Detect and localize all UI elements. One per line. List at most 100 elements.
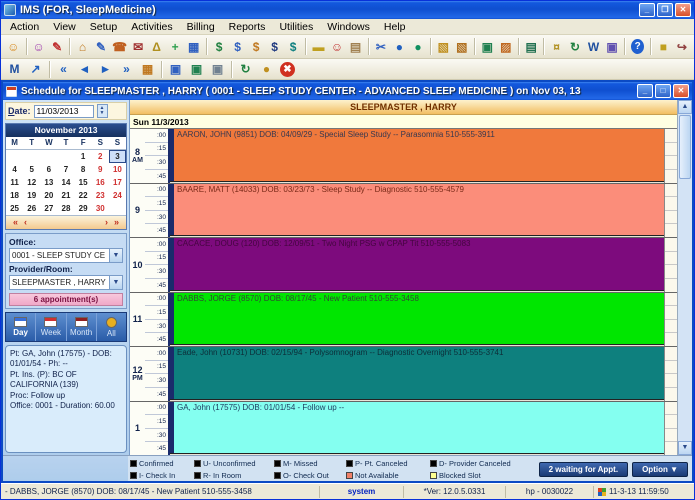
calendar-day[interactable]: 1 xyxy=(75,150,92,163)
menu-setup[interactable]: Setup xyxy=(83,21,124,33)
schedule-scrollbar[interactable]: ▲ ▼ xyxy=(677,100,692,455)
calendar-day[interactable]: 2 xyxy=(92,150,109,163)
calendar-day[interactable]: 20 xyxy=(40,189,57,202)
logout-icon[interactable]: ↪ xyxy=(674,37,691,56)
remote-session-icon[interactable]: ▣ xyxy=(604,37,621,56)
calendar-day[interactable]: 21 xyxy=(57,189,74,202)
reports-icon[interactable]: ▤ xyxy=(523,37,540,56)
calendar-day[interactable]: 27 xyxy=(40,202,57,215)
calendar-day[interactable]: 15 xyxy=(75,176,92,189)
billing-icon[interactable]: $ xyxy=(211,37,228,56)
next-record-icon[interactable]: ► xyxy=(96,60,115,79)
patient-icon[interactable]: ☺ xyxy=(5,37,22,56)
web-portal-icon[interactable]: ● xyxy=(391,37,408,56)
last-record-icon[interactable]: » xyxy=(117,60,136,79)
restore-button[interactable]: ❐ xyxy=(657,3,673,17)
menu-view[interactable]: View xyxy=(46,21,83,33)
calendar-next-year-button[interactable]: » xyxy=(111,216,122,229)
calendar-day[interactable]: 13 xyxy=(40,176,57,189)
appointment-block[interactable]: GA, John (17575) DOB: 01/01/54 - Follow … xyxy=(170,402,664,455)
menu-reports[interactable]: Reports xyxy=(222,21,273,33)
claims-icon[interactable]: $ xyxy=(229,37,246,56)
option-button[interactable]: Option ▼ xyxy=(632,462,688,477)
workstation-icon[interactable]: ▣ xyxy=(166,60,185,79)
schedule-maximize-button[interactable]: □ xyxy=(655,84,671,98)
calendar-day[interactable]: 28 xyxy=(57,202,74,215)
appointment-slot[interactable]: BAARE, MATT (14033) DOB: 03/23/73 - Slee… xyxy=(170,184,664,238)
scroll-down-button[interactable]: ▼ xyxy=(678,441,692,455)
immunization-icon[interactable]: + xyxy=(167,37,184,56)
appointment-block[interactable]: BAARE, MATT (14033) DOB: 03/23/73 - Slee… xyxy=(170,184,664,237)
appointment-block[interactable]: CACACE, DOUG (120) DOB: 12/09/51 - Two N… xyxy=(170,238,664,291)
appointment-slot[interactable]: AARON, JOHN (9851) DOB: 04/09/29 - Speci… xyxy=(170,129,664,183)
calendar-day[interactable]: 8 xyxy=(75,163,92,176)
appointment-count-button[interactable]: 6 appointment(s) xyxy=(9,293,123,306)
appointment-slot[interactable]: Eade, John (10731) DOB: 02/15/94 - Polys… xyxy=(170,347,664,401)
calendar-day[interactable]: 10 xyxy=(109,163,126,176)
appointment-slot[interactable]: CACACE, DOUG (120) DOB: 12/09/51 - Two N… xyxy=(170,238,664,292)
office-select[interactable]: 0001 - SLEEP STUDY CE ▼ xyxy=(9,248,123,263)
tab-day[interactable]: Day xyxy=(6,313,36,341)
minimize-button[interactable]: _ xyxy=(639,3,655,17)
lab-icon[interactable]: Δ xyxy=(148,37,165,56)
prev-record-icon[interactable]: ◄ xyxy=(75,60,94,79)
calendar-day[interactable]: 23 xyxy=(92,189,109,202)
scroll-track[interactable] xyxy=(678,180,692,441)
calendar-day[interactable]: 4 xyxy=(6,163,23,176)
scroll-up-button[interactable]: ▲ xyxy=(678,100,692,114)
authorization-icon[interactable]: ▤ xyxy=(347,37,364,56)
office-dropdown-icon[interactable]: ▼ xyxy=(109,249,122,262)
case-history-icon[interactable]: ⌂ xyxy=(74,37,91,56)
menu-action[interactable]: Action xyxy=(3,21,46,33)
folder-icon[interactable]: ▧ xyxy=(435,37,452,56)
calendar-day[interactable]: 7 xyxy=(57,163,74,176)
calendar-day[interactable]: 14 xyxy=(57,176,74,189)
exchange-icon[interactable]: ↻ xyxy=(567,37,584,56)
refresh-icon[interactable]: ↻ xyxy=(236,60,255,79)
calendar-day[interactable]: 11 xyxy=(6,176,23,189)
calendar-prev-year-button[interactable]: « xyxy=(10,216,21,229)
ledger-icon[interactable]: $ xyxy=(266,37,283,56)
calendar-day[interactable]: 9 xyxy=(92,163,109,176)
date-spinner[interactable]: ▲▼ xyxy=(97,104,108,118)
tab-month[interactable]: Month xyxy=(67,313,97,341)
world-clock-icon[interactable]: ● xyxy=(257,60,276,79)
calendar-day[interactable]: 18 xyxy=(6,189,23,202)
tab-all[interactable]: All xyxy=(97,313,126,341)
menu-activities[interactable]: Activities xyxy=(124,21,179,33)
open-folder-icon[interactable]: ▨ xyxy=(498,37,515,56)
calendar-day[interactable]: 26 xyxy=(23,202,40,215)
schedule-close-button[interactable]: ✕ xyxy=(673,84,689,98)
appointment-slot[interactable]: DABBS, JORGE (8570) DOB: 08/17/45 - New … xyxy=(170,293,664,347)
calendar-day[interactable]: 30 xyxy=(92,202,109,215)
lock-icon[interactable]: ■ xyxy=(655,37,672,56)
progress-notes-icon[interactable]: ✎ xyxy=(93,37,110,56)
security-icon[interactable]: ¤ xyxy=(548,37,565,56)
calendar-day[interactable]: 12 xyxy=(23,176,40,189)
calendar-day[interactable]: 22 xyxy=(75,189,92,202)
menu-billing[interactable]: Billing xyxy=(180,21,222,33)
stop-icon[interactable]: ✖ xyxy=(280,62,295,77)
calendar-day[interactable]: 6 xyxy=(40,163,57,176)
menu-help[interactable]: Help xyxy=(377,21,413,33)
appointment-block[interactable]: AARON, JOHN (9851) DOB: 04/09/29 - Speci… xyxy=(170,129,664,182)
tab-week[interactable]: Week xyxy=(36,313,66,341)
referral-icon[interactable]: ☺ xyxy=(329,37,346,56)
calendar-prev-month-button[interactable]: ‹ xyxy=(21,216,30,229)
patient-search-icon[interactable]: ☺ xyxy=(30,37,47,56)
web-sync-icon[interactable]: ● xyxy=(410,37,427,56)
workstation-search-icon[interactable]: ▣ xyxy=(187,60,206,79)
calendar-day[interactable]: 19 xyxy=(23,189,40,202)
calendar-day[interactable]: 24 xyxy=(109,189,126,202)
calendar-icon[interactable]: ▦ xyxy=(185,37,202,56)
appointment-block[interactable]: DABBS, JORGE (8570) DOB: 08/17/45 - New … xyxy=(170,293,664,346)
scissors-icon[interactable]: ✂ xyxy=(373,37,390,56)
waiting-for-appt-button[interactable]: 2 waiting for Appt. xyxy=(539,462,628,477)
calendar-day[interactable]: 16 xyxy=(92,176,109,189)
provider-select[interactable]: SLEEPMASTER , HARRY ▼ xyxy=(9,275,123,290)
menu-windows[interactable]: Windows xyxy=(320,21,377,33)
menu-utilities[interactable]: Utilities xyxy=(272,21,320,33)
copy-appointments-icon[interactable]: ▦ xyxy=(138,60,157,79)
word-icon[interactable]: W xyxy=(585,37,602,56)
calendar-day[interactable]: 29 xyxy=(75,202,92,215)
